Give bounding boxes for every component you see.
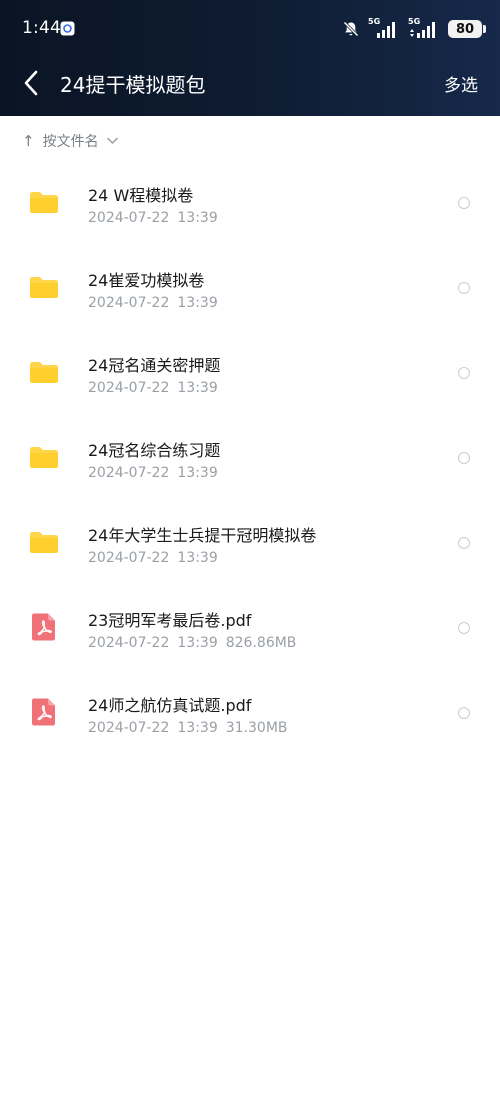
file-time: 13:39 bbox=[177, 635, 218, 651]
file-name: 24 W程模拟卷 bbox=[88, 186, 194, 205]
file-time: 13:39 bbox=[177, 210, 218, 226]
file-meta: 2024-07-22 13:39 31.30MB bbox=[88, 720, 296, 736]
back-button[interactable] bbox=[16, 66, 46, 100]
sort-arrow-icon: ↑ bbox=[22, 132, 35, 150]
status-indicators: 5G 5G 80 bbox=[342, 17, 486, 40]
select-radio[interactable] bbox=[458, 537, 470, 549]
file-name: 24师之航仿真试题.pdf bbox=[88, 696, 252, 715]
file-date: 2024-07-22 bbox=[88, 720, 170, 736]
file-row-pdf[interactable]: 23冠明军考最后卷.pdf 2024-07-22 13:39 826.86MB bbox=[0, 585, 500, 670]
signal-bars-icon bbox=[377, 22, 395, 38]
file-meta: 2024-07-22 13:39 bbox=[88, 465, 226, 481]
select-radio[interactable] bbox=[458, 452, 470, 464]
status-bar: 1:44 5G 5G 80 bbox=[0, 0, 500, 60]
file-name: 23冠明军考最后卷.pdf bbox=[88, 611, 252, 630]
chevron-left-icon bbox=[24, 70, 38, 96]
file-row-folder[interactable]: 24崔爱功模拟卷 2024-07-22 13:39 bbox=[0, 245, 500, 330]
status-time: 1:44 bbox=[22, 18, 61, 38]
file-meta: 2024-07-22 13:39 bbox=[88, 550, 226, 566]
file-row-folder[interactable]: 24冠名综合练习题 2024-07-22 13:39 bbox=[0, 415, 500, 500]
file-date: 2024-07-22 bbox=[88, 635, 170, 651]
file-time: 13:39 bbox=[177, 720, 218, 736]
page-title: 24提干模拟题包 bbox=[60, 73, 206, 97]
battery-tip bbox=[483, 25, 486, 33]
file-meta: 2024-07-22 13:39 bbox=[88, 295, 226, 311]
notification-app-icon bbox=[60, 21, 75, 36]
folder-icon bbox=[30, 447, 58, 468]
folder-icon bbox=[30, 277, 58, 298]
folder-icon bbox=[30, 532, 58, 553]
file-name: 24冠名综合练习题 bbox=[88, 441, 221, 460]
select-radio[interactable] bbox=[458, 622, 470, 634]
signal-5g-sim2: 5G bbox=[408, 17, 438, 39]
file-name: 24年大学生士兵提干冠明模拟卷 bbox=[88, 526, 317, 545]
signal-bars-data-icon bbox=[410, 22, 435, 38]
sort-by-name-button[interactable]: ↑ 按文件名 bbox=[22, 130, 118, 152]
file-meta: 2024-07-22 13:39 826.86MB bbox=[88, 635, 304, 651]
file-row-folder[interactable]: 24 W程模拟卷 2024-07-22 13:39 bbox=[0, 160, 500, 245]
folder-icon bbox=[30, 362, 58, 383]
file-time: 13:39 bbox=[177, 465, 218, 481]
select-radio[interactable] bbox=[458, 197, 470, 209]
top-header: 1:44 5G 5G 80 24提干模拟题包 多选 bbox=[0, 0, 500, 116]
folder-icon bbox=[30, 192, 58, 213]
chevron-down-icon bbox=[106, 137, 118, 144]
file-list: 24 W程模拟卷 2024-07-22 13:39 24崔爱功模拟卷 2024-0… bbox=[0, 160, 500, 755]
select-radio[interactable] bbox=[458, 367, 470, 379]
nav-bar: 24提干模拟题包 多选 bbox=[0, 60, 500, 106]
sort-label: 按文件名 bbox=[42, 134, 99, 150]
file-size: 826.86MB bbox=[225, 635, 297, 651]
file-row-pdf[interactable]: 24师之航仿真试题.pdf 2024-07-22 13:39 31.30MB bbox=[0, 670, 500, 755]
file-row-folder[interactable]: 24冠名通关密押题 2024-07-22 13:39 bbox=[0, 330, 500, 415]
file-date: 2024-07-22 bbox=[88, 210, 170, 226]
select-radio[interactable] bbox=[458, 282, 470, 294]
multiselect-button[interactable]: 多选 bbox=[444, 71, 478, 96]
file-name: 24崔爱功模拟卷 bbox=[88, 271, 205, 290]
select-radio[interactable] bbox=[458, 707, 470, 719]
file-date: 2024-07-22 bbox=[88, 380, 170, 396]
file-meta: 2024-07-22 13:39 bbox=[88, 210, 226, 226]
pdf-file-icon bbox=[32, 698, 55, 726]
file-name: 24冠名通关密押题 bbox=[88, 356, 221, 375]
file-date: 2024-07-22 bbox=[88, 465, 170, 481]
file-meta: 2024-07-22 13:39 bbox=[88, 380, 226, 396]
file-date: 2024-07-22 bbox=[88, 295, 170, 311]
battery-level: 80 bbox=[455, 21, 475, 37]
battery-indicator: 80 bbox=[448, 20, 482, 38]
file-time: 13:39 bbox=[177, 295, 218, 311]
file-time: 13:39 bbox=[177, 550, 218, 566]
signal-5g-sim1: 5G bbox=[368, 17, 398, 39]
file-size: 31.30MB bbox=[225, 720, 288, 736]
bell-muted-icon bbox=[343, 21, 359, 37]
file-time: 13:39 bbox=[177, 380, 218, 396]
file-date: 2024-07-22 bbox=[88, 550, 170, 566]
pdf-file-icon bbox=[32, 613, 55, 641]
file-row-folder[interactable]: 24年大学生士兵提干冠明模拟卷 2024-07-22 13:39 bbox=[0, 500, 500, 585]
